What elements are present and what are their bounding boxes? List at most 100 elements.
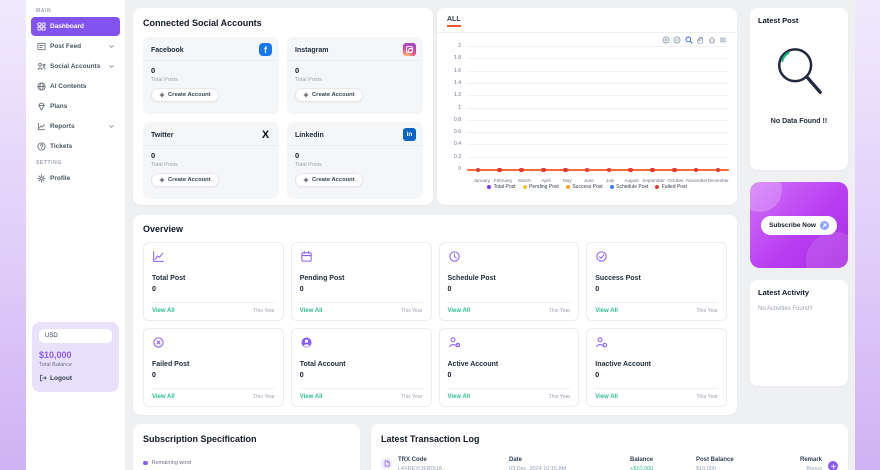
- x-circle-icon: [152, 336, 165, 349]
- y-axis-tick: 1: [447, 105, 461, 111]
- chevron-down-icon: [109, 124, 114, 129]
- chart-tab-all[interactable]: ALL: [447, 16, 461, 27]
- plus-icon: [159, 177, 165, 183]
- chevron-down-icon: [109, 44, 114, 49]
- overview-title: Overview: [143, 224, 727, 234]
- gridline: [467, 71, 729, 72]
- view-all-link[interactable]: View All: [595, 394, 618, 400]
- user-x-icon: [595, 336, 608, 349]
- transaction-cell-trx-code: TRX Code L4XREYOFBDUA: [398, 457, 503, 470]
- transaction-cell-post-balance: Post Balance $10,000: [696, 457, 771, 470]
- user-check-icon: [448, 336, 461, 349]
- stat-footer: View All This Year: [595, 388, 718, 400]
- view-all-link[interactable]: View All: [300, 308, 323, 314]
- data-point-marker: [628, 168, 633, 173]
- overview-card: Overview Total Post 0 View All This Year…: [133, 215, 737, 415]
- dashboard-icon: [37, 22, 46, 31]
- plus-icon: [303, 177, 309, 183]
- legend-item-success-post[interactable]: Success Post: [566, 184, 603, 190]
- data-point-marker: [672, 168, 677, 173]
- subscribe-now-button[interactable]: Subscribe Now: [761, 216, 837, 235]
- sidebar-item-profile[interactable]: Profile: [31, 169, 120, 188]
- sidebar-item-tickets[interactable]: Tickets: [31, 137, 120, 156]
- legend-marker: [610, 185, 614, 189]
- clock-icon: [448, 250, 461, 263]
- zoom-out-icon[interactable]: [673, 36, 681, 44]
- facebook-icon: f: [259, 43, 272, 56]
- create-account-button[interactable]: Create Account: [295, 88, 363, 102]
- arrow-up-right-icon: [820, 221, 829, 230]
- y-axis-tick: 0: [447, 166, 461, 172]
- menu-icon[interactable]: [719, 36, 727, 44]
- y-axis-tick: 1.8: [447, 55, 461, 61]
- pan-icon[interactable]: [696, 36, 704, 44]
- legend-label: Schedule Post: [616, 184, 648, 190]
- selection-zoom-icon[interactable]: [685, 36, 693, 44]
- data-point-marker: [541, 168, 546, 173]
- sidebar-item-dashboard[interactable]: Dashboard: [31, 17, 120, 36]
- subscribe-now-label: Subscribe Now: [769, 222, 816, 229]
- platform-name: Twitter: [151, 132, 271, 139]
- subscription-title: Subscription Specification: [143, 434, 350, 444]
- cell-value: 03 Dec, 2024 10:15 AM: [509, 466, 624, 470]
- view-all-link[interactable]: View All: [152, 394, 175, 400]
- gridline: [467, 144, 729, 145]
- data-point-marker: [694, 168, 699, 173]
- view-all-link[interactable]: View All: [152, 308, 175, 314]
- view-all-link[interactable]: View All: [448, 308, 471, 314]
- legend-item-schedule-post[interactable]: Schedule Post: [610, 184, 649, 190]
- home-icon[interactable]: [708, 36, 716, 44]
- posts-chart-card: ALL 2 1.8 1.6 1.4 1.2 1 0.8 0.6 0.4: [437, 8, 737, 205]
- sidebar-item-social-accounts[interactable]: Social Accounts: [31, 57, 120, 76]
- divider: [437, 32, 737, 33]
- data-point-marker: [607, 168, 612, 173]
- logout-button[interactable]: Logout: [39, 374, 112, 382]
- main-content: Connected Social Accounts Facebook f 0 T…: [125, 0, 855, 470]
- sidebar-item-plans[interactable]: Plans: [31, 97, 120, 116]
- view-all-link[interactable]: View All: [595, 308, 618, 314]
- expand-row-button[interactable]: [828, 461, 838, 470]
- sidebar-item-reports[interactable]: Reports: [31, 117, 120, 136]
- tickets-icon: [37, 142, 46, 151]
- y-axis-tick: 2: [447, 43, 461, 49]
- twitter-card: Twitter X 0 Total Posts Create Account: [143, 122, 279, 199]
- period-label: This Year: [253, 394, 275, 400]
- data-point-marker: [650, 168, 655, 173]
- create-account-button[interactable]: Create Account: [151, 88, 219, 102]
- period-label: This Year: [401, 308, 423, 314]
- zoom-in-icon[interactable]: [662, 36, 670, 44]
- legend-item-total-post[interactable]: Total Post: [487, 184, 515, 190]
- gridline: [467, 108, 729, 109]
- x-axis-tick: November: [686, 178, 707, 183]
- sidebar-item-label: Plans: [50, 103, 67, 110]
- sidebar-item-post-feed[interactable]: Post Feed: [31, 37, 120, 56]
- stat-value: 0: [300, 286, 423, 293]
- data-point-marker: [497, 168, 502, 173]
- check-circle-icon: [595, 250, 608, 263]
- view-all-link[interactable]: View All: [300, 394, 323, 400]
- stat-footer: View All This Year: [300, 388, 423, 400]
- facebook-card: Facebook f 0 Total Posts Create Account: [143, 37, 279, 114]
- period-label: This Year: [696, 394, 718, 400]
- social-grid: Facebook f 0 Total Posts Create Account …: [143, 37, 423, 199]
- sidebar: MAIN Dashboard Post Feed Social Accounts…: [26, 0, 125, 470]
- sidebar-item-label: Tickets: [50, 143, 72, 150]
- create-account-button[interactable]: Create Account: [151, 173, 219, 187]
- stat-card-pending-post: Pending Post 0 View All This Year: [291, 242, 432, 321]
- legend-item-failed-post[interactable]: Failed Post: [655, 184, 687, 190]
- sidebar-item-ai-contents[interactable]: AI Contents: [31, 77, 120, 96]
- create-account-button[interactable]: Create Account: [295, 173, 363, 187]
- view-all-link[interactable]: View All: [448, 394, 471, 400]
- stat-card-active-account: Active Account 0 View All This Year: [439, 328, 580, 407]
- chart-plot-area[interactable]: 2 1.8 1.6 1.4 1.2 1 0.8 0.6 0.4 0.2 0: [447, 46, 729, 170]
- y-axis-tick: 0.4: [447, 141, 461, 147]
- stat-value: 0: [300, 372, 423, 379]
- transaction-doc-icon: [381, 458, 392, 469]
- legend-item-pending-post[interactable]: Pending Post: [523, 184, 559, 190]
- linkedin-icon: in: [403, 128, 416, 141]
- cell-value: $10,000: [696, 466, 771, 470]
- currency-select[interactable]: USD: [39, 329, 112, 343]
- stat-value: 0: [595, 372, 718, 379]
- transaction-row: TRX Code L4XREYOFBDUA Date 03 Dec, 2024 …: [381, 457, 838, 470]
- social-accounts-icon: [37, 62, 46, 71]
